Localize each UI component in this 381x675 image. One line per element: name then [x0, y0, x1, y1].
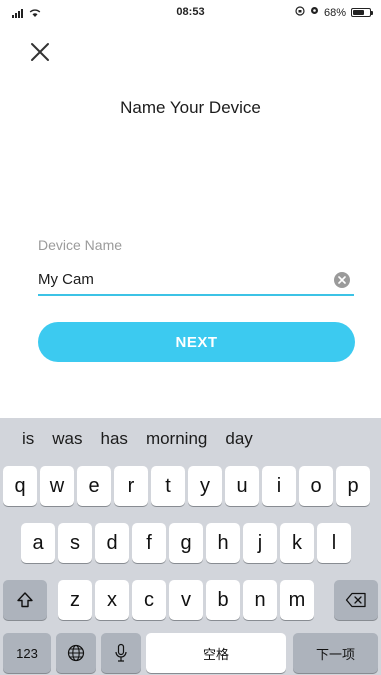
- space-key[interactable]: 空格: [146, 633, 286, 673]
- key-l[interactable]: l: [317, 523, 351, 563]
- key-z[interactable]: z: [58, 580, 92, 620]
- close-icon: [31, 43, 49, 61]
- key-y[interactable]: y: [188, 466, 222, 506]
- suggestion-item[interactable]: day: [225, 429, 252, 449]
- key-f[interactable]: f: [132, 523, 166, 563]
- key-row-4: 123 空格 下一项: [0, 633, 381, 673]
- suggestion-item[interactable]: was: [52, 429, 82, 449]
- status-right: 68%: [295, 6, 373, 19]
- key-n[interactable]: n: [243, 580, 277, 620]
- shift-key[interactable]: [3, 580, 47, 620]
- key-c[interactable]: c: [132, 580, 166, 620]
- key-a[interactable]: a: [21, 523, 55, 563]
- key-row-1: q w e r t y u i o p: [0, 466, 381, 506]
- key-u[interactable]: u: [225, 466, 259, 506]
- dictation-key[interactable]: [101, 633, 141, 673]
- page-title: Name Your Device: [120, 98, 261, 117]
- key-r[interactable]: r: [114, 466, 148, 506]
- clear-input-button[interactable]: [334, 272, 350, 288]
- suggestion-item[interactable]: has: [101, 429, 128, 449]
- suggestion-item[interactable]: morning: [146, 429, 207, 449]
- key-p[interactable]: p: [336, 466, 370, 506]
- globe-key[interactable]: [56, 633, 96, 673]
- key-o[interactable]: o: [299, 466, 333, 506]
- delete-key[interactable]: [334, 580, 378, 620]
- suggestion-item[interactable]: is: [22, 429, 34, 449]
- rotation-lock-icon: [295, 6, 305, 19]
- device-name-label: Device Name: [38, 237, 123, 253]
- status-bar: 08:53 68%: [0, 0, 381, 26]
- key-k[interactable]: k: [280, 523, 314, 563]
- keyboard: is was has morning day q w e r t y u i o…: [0, 418, 381, 675]
- key-d[interactable]: d: [95, 523, 129, 563]
- key-b[interactable]: b: [206, 580, 240, 620]
- key-e[interactable]: e: [77, 466, 111, 506]
- key-i[interactable]: i: [262, 466, 296, 506]
- key-x[interactable]: x: [95, 580, 129, 620]
- key-row-3: z x c v b n m: [0, 580, 381, 620]
- suggestion-bar: is was has morning day: [0, 418, 381, 460]
- key-g[interactable]: g: [169, 523, 203, 563]
- key-q[interactable]: q: [3, 466, 37, 506]
- key-row-2: a s d f g h j k l: [0, 523, 381, 563]
- key-j[interactable]: j: [243, 523, 277, 563]
- globe-icon: [67, 644, 85, 662]
- key-w[interactable]: w: [40, 466, 74, 506]
- battery-percent: 68%: [323, 6, 346, 19]
- numbers-key[interactable]: 123: [3, 633, 51, 673]
- next-button[interactable]: NEXT: [38, 322, 355, 362]
- key-v[interactable]: v: [169, 580, 203, 620]
- key-m[interactable]: m: [280, 580, 314, 620]
- key-h[interactable]: h: [206, 523, 240, 563]
- next-field-key[interactable]: 下一项: [293, 633, 378, 673]
- close-button[interactable]: [28, 40, 52, 64]
- microphone-icon: [115, 643, 127, 662]
- shift-icon: [17, 592, 33, 608]
- location-icon: [310, 6, 319, 19]
- backspace-icon: [345, 592, 366, 608]
- device-name-input[interactable]: [38, 266, 354, 296]
- clear-input-icon: [338, 276, 346, 284]
- key-s[interactable]: s: [58, 523, 92, 563]
- battery-icon: [351, 8, 373, 17]
- key-t[interactable]: t: [151, 466, 185, 506]
- battery-level: [353, 10, 364, 15]
